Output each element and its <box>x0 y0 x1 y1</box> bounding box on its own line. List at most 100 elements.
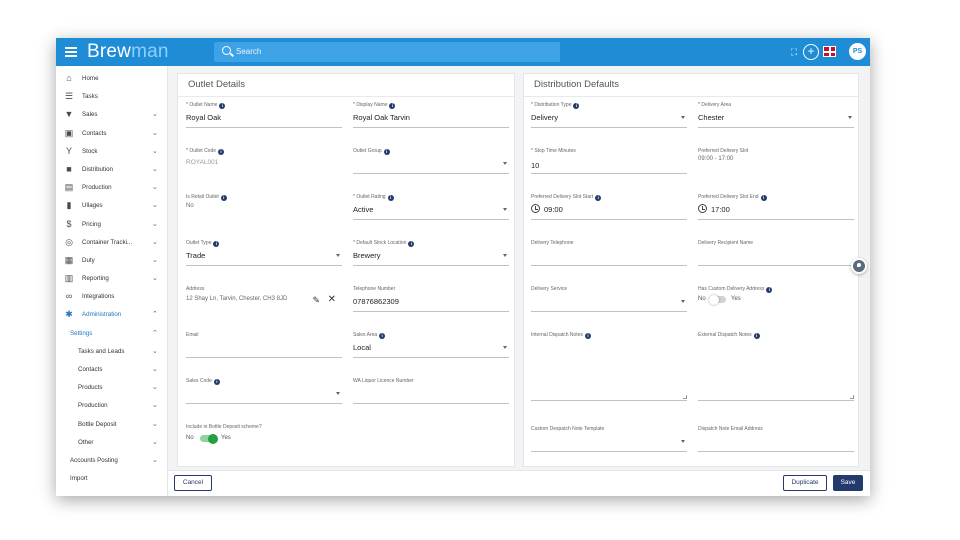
cancel-button[interactable]: Cancel <box>174 475 212 491</box>
info-icon[interactable]: i <box>383 149 390 155</box>
link-icon: ∞ <box>65 291 73 302</box>
sidebar-subitem-products[interactable]: Products ⌄ <box>56 378 167 396</box>
stop-time-field[interactable]: * Stop Time Minutes 10 <box>531 148 687 180</box>
fullscreen-icon[interactable]: ⛶ <box>786 44 802 60</box>
slot-end-field[interactable]: Preferred Delivery Slot End i 17:00 <box>698 194 854 226</box>
sidebar-item-distribution[interactable]: ■ Distribution ⌄ <box>56 160 167 178</box>
sidebar-subitem-other[interactable]: Other ⌄ <box>56 433 167 451</box>
outlet-rating-select[interactable]: * Outlet Rating i Active <box>353 194 509 226</box>
search-placeholder: Search <box>236 47 262 56</box>
sidebar-subitem-bottle-deposit[interactable]: Bottle Deposit ⌄ <box>56 415 167 433</box>
close-icon[interactable]: ✕ <box>328 294 336 305</box>
delivery-telephone-field[interactable]: Delivery Telephone <box>531 240 687 272</box>
info-icon[interactable]: i <box>389 103 396 109</box>
search-icon <box>222 46 231 55</box>
sidebar-item-administration[interactable]: ✱ Administration ⌃ <box>56 305 167 323</box>
sidebar-item-settings[interactable]: Settings ⌃ <box>56 324 167 342</box>
sidebar-item-home[interactable]: ⌂ Home <box>56 69 167 87</box>
delivery-area-select[interactable]: * Delivery Area Chester <box>698 102 854 134</box>
search-input[interactable]: Search <box>214 42 560 62</box>
info-icon[interactable]: i <box>753 333 760 339</box>
duplicate-button[interactable]: Duplicate <box>783 475 827 491</box>
outlet-type-select[interactable]: Outlet Type i Trade <box>186 240 342 272</box>
uk-flag-icon[interactable] <box>823 46 836 57</box>
internal-notes-textarea[interactable]: Internal Dispatch Notes i <box>531 332 687 402</box>
sidebar-item-production[interactable]: ▤ Production ⌄ <box>56 178 167 196</box>
resize-handle[interactable] <box>850 395 854 399</box>
sidebar-item-import[interactable]: Import <box>56 469 167 487</box>
document-icon: ▦ <box>64 254 74 265</box>
info-icon[interactable]: i <box>573 103 580 109</box>
list-icon: ☰ <box>64 91 74 102</box>
wa-licence-field[interactable]: WA Liquor Licence Number <box>353 378 509 410</box>
chevron-down-icon: ⌄ <box>152 184 158 192</box>
sidebar-item-contacts[interactable]: ▣ Contacts ⌄ <box>56 124 167 142</box>
resize-handle[interactable] <box>683 395 687 399</box>
distribution-type-select[interactable]: * Distribution Type i Delivery <box>531 102 687 134</box>
outlet-name-field[interactable]: * Outlet Name i Royal Oak <box>186 102 342 134</box>
info-icon[interactable]: i <box>379 333 386 339</box>
distribution-defaults-title: Distribution Defaults <box>534 79 620 90</box>
distribution-defaults-panel: Distribution Defaults * Distribution Typ… <box>523 73 859 467</box>
outlet-details-title: Outlet Details <box>188 79 246 90</box>
info-icon[interactable]: i <box>584 333 591 339</box>
sidebar-item-stock[interactable]: Y Stock ⌄ <box>56 142 167 160</box>
sidebar-subitem-production[interactable]: Production ⌄ <box>56 396 167 414</box>
info-icon[interactable]: i <box>595 195 602 201</box>
add-icon[interactable]: + <box>803 44 819 60</box>
sidebar-item-accounts-posting[interactable]: Accounts Posting ⌄ <box>56 451 167 469</box>
slot-start-field[interactable]: Preferred Delivery Slot Start i 09:00 <box>531 194 687 226</box>
info-icon[interactable]: i <box>213 241 220 247</box>
sidebar-item-reporting[interactable]: ▥ Reporting ⌄ <box>56 269 167 287</box>
dropdown-arrow-icon <box>681 300 685 303</box>
email-field[interactable]: Email <box>186 332 342 364</box>
chevron-down-icon: ⌄ <box>152 275 158 283</box>
info-icon[interactable]: i <box>387 195 394 201</box>
app-logo[interactable]: Brewman <box>87 41 169 63</box>
edit-icon[interactable]: ✎ <box>312 295 320 306</box>
info-icon[interactable]: i <box>220 195 227 201</box>
address-field[interactable]: Address 12 Shay Ln, Tarvin, Chester, CH3… <box>186 286 342 318</box>
sidebar-item-tasks[interactable]: ☰ Tasks <box>56 87 167 105</box>
sidebar-item-ullages[interactable]: ▮ Ullages ⌄ <box>56 196 167 214</box>
info-icon[interactable]: i <box>213 379 220 385</box>
divider <box>178 96 514 97</box>
sales-code-select[interactable]: Sales Code i <box>186 378 342 410</box>
dispatch-email-field[interactable]: Dispatch Note Email Address <box>698 426 854 458</box>
dollar-icon: $ <box>66 218 72 229</box>
stock-location-select[interactable]: * Default Stock Location i Brewery <box>353 240 509 272</box>
despatch-template-select[interactable]: Custom Despatch Note Template <box>531 426 687 458</box>
gear-icon: ✱ <box>65 309 73 320</box>
sidebar-subitem-tasks-and-leads[interactable]: Tasks and Leads ⌄ <box>56 342 167 360</box>
bottle-deposit-field: Include in Bottle Deposit scheme? No Yes <box>186 424 342 456</box>
home-icon: ⌂ <box>66 73 72 83</box>
outlet-code-field[interactable]: * Outlet Code i ROYAL001 <box>186 148 342 180</box>
info-icon[interactable]: i <box>408 241 415 247</box>
sidebar-item-integrations[interactable]: ∞ Integrations <box>56 287 167 305</box>
recipient-name-field[interactable]: Delivery Recipient Name <box>698 240 854 272</box>
sales-area-select[interactable]: Sales Area i Local <box>353 332 509 364</box>
chevron-down-icon: ⌄ <box>152 402 158 410</box>
sidebar-item-container-tracking[interactable]: ◎ Container Tracki... ⌄ <box>56 233 167 251</box>
external-notes-textarea[interactable]: External Dispatch Notes i <box>698 332 854 402</box>
toggle-switch[interactable] <box>709 294 726 305</box>
user-avatar[interactable]: PS <box>849 43 866 60</box>
sidebar-item-sales[interactable]: ▼ Sales ⌄ <box>56 105 167 123</box>
info-icon[interactable]: i <box>218 149 225 155</box>
sidebar-subitem-contacts[interactable]: Contacts ⌄ <box>56 360 167 378</box>
info-icon[interactable]: i <box>760 195 767 201</box>
info-icon[interactable]: i <box>766 287 773 293</box>
info-icon[interactable]: i <box>219 103 226 109</box>
sidebar-item-pricing[interactable]: $ Pricing ⌄ <box>56 215 167 233</box>
chevron-down-icon: ⌄ <box>152 347 158 355</box>
toggle-switch[interactable] <box>200 433 218 444</box>
sidebar-item-duty[interactable]: ▦ Duty ⌄ <box>56 251 167 269</box>
delivery-service-select[interactable]: Delivery Service <box>531 286 687 318</box>
display-name-field[interactable]: * Display Name i Royal Oak Tarvin <box>353 102 509 134</box>
menu-icon[interactable] <box>65 45 77 59</box>
telephone-field[interactable]: Telephone Number 07876862309 <box>353 286 509 318</box>
outlet-group-select[interactable]: Outlet Group i <box>353 148 509 180</box>
top-bar: Brewman Search ⛶ + PS <box>56 38 870 66</box>
help-location-icon[interactable] <box>851 258 867 274</box>
save-button[interactable]: Save <box>833 475 863 491</box>
